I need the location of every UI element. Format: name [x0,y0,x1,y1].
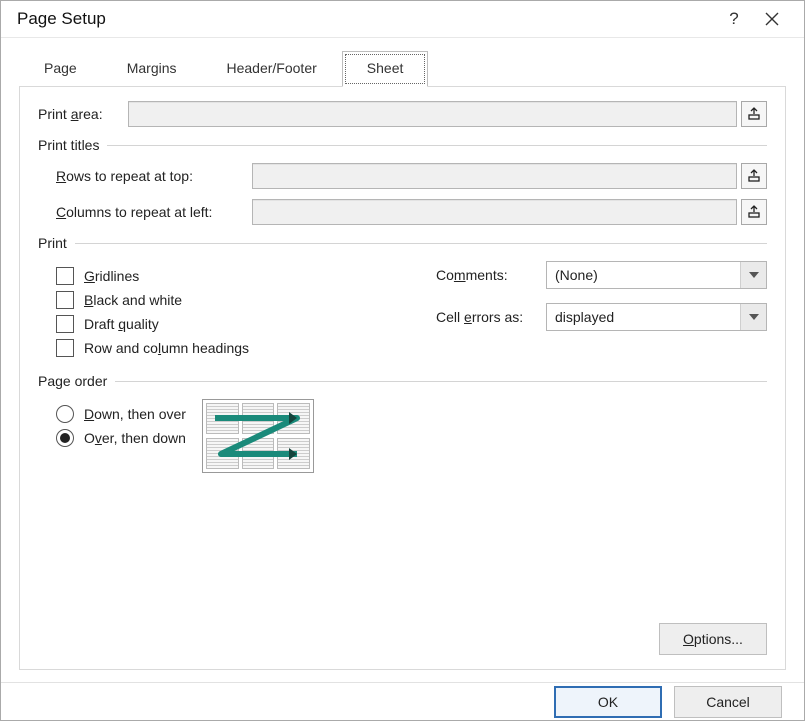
black-white-checkbox[interactable] [56,291,74,309]
tab-sheet[interactable]: Sheet [342,51,429,87]
help-button[interactable]: ? [716,1,752,37]
close-icon [765,12,779,26]
divider [75,243,767,244]
dialog-title: Page Setup [17,9,716,29]
cols-repeat-input[interactable] [252,199,737,225]
page-setup-dialog: Page Setup ? Page Margins Header/Footer … [0,0,805,721]
collapse-dialog-icon [747,169,761,183]
ok-button[interactable]: OK [554,686,662,718]
divider [115,381,767,382]
print-group-label: Print [38,235,67,251]
dialog-footer: OK Cancel [1,682,804,720]
close-button[interactable] [752,1,792,37]
chevron-down-icon [740,304,766,330]
cols-repeat-label: Columns to repeat at left: [56,204,252,220]
comments-value: (None) [547,267,740,283]
comments-label: Comments: [436,267,546,283]
chevron-down-icon [740,262,766,288]
rows-repeat-label: Rows to repeat at top: [56,168,252,184]
down-then-over-radio[interactable] [56,405,74,423]
tabstrip: Page Margins Header/Footer Sheet [1,38,804,86]
tab-headerfooter[interactable]: Header/Footer [202,51,342,87]
rows-repeat-input[interactable] [252,163,737,189]
print-area-input[interactable] [128,101,737,127]
gridlines-checkbox[interactable] [56,267,74,285]
tab-margins[interactable]: Margins [102,51,202,87]
cancel-button[interactable]: Cancel [674,686,782,718]
black-white-label: Black and white [84,292,182,308]
rows-repeat-collapse-button[interactable] [741,163,767,189]
print-area-collapse-button[interactable] [741,101,767,127]
tab-page[interactable]: Page [19,51,102,87]
over-then-down-label: Over, then down [84,430,186,446]
page-order-preview [202,399,314,473]
row-col-headings-label: Row and column headings [84,340,249,356]
titlebar: Page Setup ? [1,1,804,38]
collapse-dialog-icon [747,205,761,219]
down-then-over-label: Down, then over [84,406,186,422]
cell-errors-label: Cell errors as: [436,309,546,325]
cell-errors-value: displayed [547,309,740,325]
over-then-down-radio[interactable] [56,429,74,447]
cols-repeat-collapse-button[interactable] [741,199,767,225]
draft-quality-checkbox[interactable] [56,315,74,333]
print-area-label: Print area: [38,106,128,122]
draft-quality-label: Draft quality [84,316,159,332]
options-button[interactable]: Options... [659,623,767,655]
gridlines-label: Gridlines [84,268,139,284]
sheet-panel: Print area: Print titles Rows to repeat … [19,86,786,670]
row-col-headings-checkbox[interactable] [56,339,74,357]
cell-errors-select[interactable]: displayed [546,303,767,331]
comments-select[interactable]: (None) [546,261,767,289]
collapse-dialog-icon [747,107,761,121]
page-order-group-label: Page order [38,373,107,389]
divider [107,145,767,146]
print-titles-group-label: Print titles [38,137,99,153]
